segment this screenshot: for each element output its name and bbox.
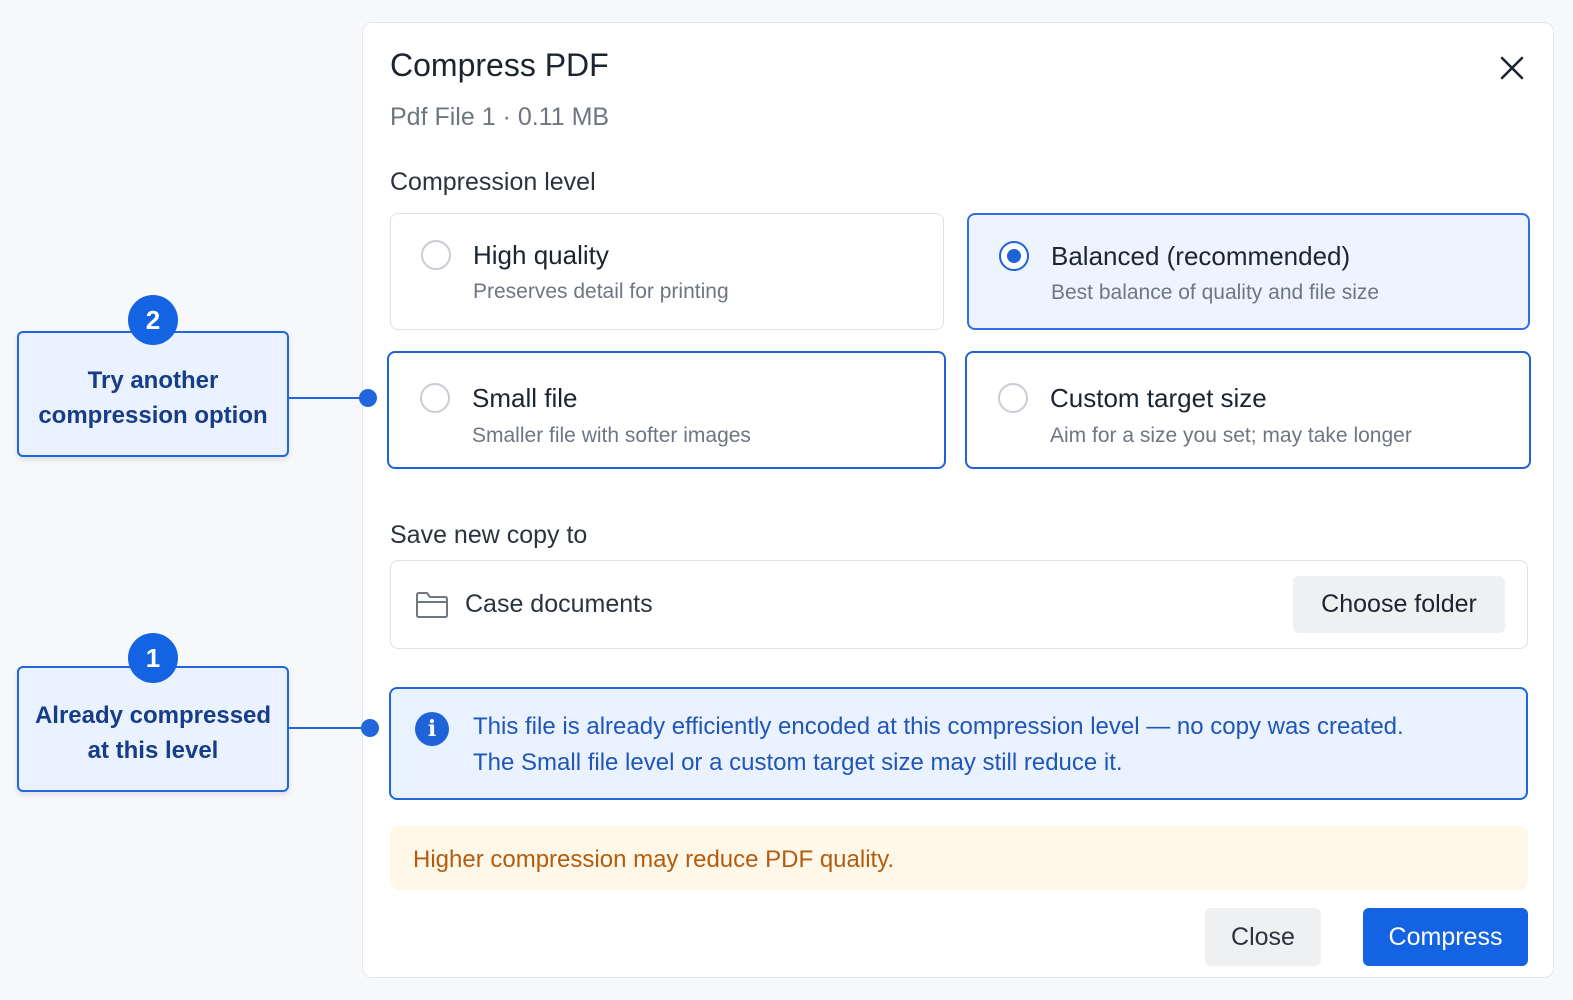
compress-pdf-dialog: Compress PDF Pdf File 1 · 0.11 MB Compre… <box>362 22 1554 978</box>
compression-level-label: Compression level <box>390 168 596 196</box>
option-description: Preserves detail for printing <box>473 280 729 303</box>
callout-leader-line <box>289 727 369 729</box>
compress-button[interactable]: Compress <box>1363 908 1528 966</box>
quality-warning: Higher compression may reduce PDF qualit… <box>390 826 1528 890</box>
callout-number-badge: 1 <box>128 633 178 683</box>
option-description: Best balance of quality and file size <box>1051 281 1380 304</box>
radio-small-file[interactable] <box>420 383 450 413</box>
folder-icon <box>415 591 449 619</box>
callout-text: Try another compression option <box>19 363 287 433</box>
info-line-2: The Small file level or a custom target … <box>473 749 1123 776</box>
callout-leader-line <box>289 397 367 399</box>
callout-try-another-option: Try another compression option <box>17 331 289 457</box>
callout-line: compression option <box>38 402 268 429</box>
option-title: Balanced (recommended) <box>1051 241 1351 271</box>
option-title: High quality <box>473 240 609 270</box>
folder-name: Case documents <box>465 590 653 618</box>
option-custom-target-size[interactable]: Custom target size Aim for a size you se… <box>965 351 1531 469</box>
save-folder-field: Case documents Choose folder <box>390 560 1528 649</box>
callout-leader-dot <box>359 389 377 407</box>
info-icon: i <box>415 712 449 746</box>
option-description: Smaller file with softer images <box>472 424 751 447</box>
option-title: Small file <box>472 383 578 413</box>
callout-already-compressed: Already compressed at this level <box>17 666 289 792</box>
option-title: Custom target size <box>1050 383 1267 413</box>
choose-folder-button[interactable]: Choose folder <box>1293 576 1505 633</box>
warning-text: Higher compression may reduce PDF qualit… <box>413 846 895 873</box>
callout-line: Try another <box>87 367 219 394</box>
radio-custom-target-size[interactable] <box>998 383 1028 413</box>
callout-line: Already compressed <box>34 702 272 729</box>
close-button[interactable]: Close <box>1205 908 1321 966</box>
option-high-quality[interactable]: High quality Preserves detail for printi… <box>390 213 944 330</box>
info-line-1: This file is already efficiently encoded… <box>473 713 1404 740</box>
close-icon[interactable] <box>1495 51 1529 85</box>
file-info: Pdf File 1 · 0.11 MB <box>390 103 610 131</box>
radio-balanced[interactable] <box>999 241 1029 271</box>
radio-high-quality[interactable] <box>421 240 451 270</box>
dialog-title: Compress PDF <box>390 47 609 83</box>
option-description: Aim for a size you set; may take longer <box>1050 424 1412 447</box>
option-small-file[interactable]: Small file Smaller file with softer imag… <box>387 351 946 469</box>
callout-text: Already compressed at this level <box>19 698 287 768</box>
callout-number-badge: 2 <box>128 295 178 345</box>
info-message: i This file is already efficiently encod… <box>389 687 1528 800</box>
callout-line: at this level <box>87 737 219 764</box>
callout-leader-dot <box>361 719 379 737</box>
save-location-label: Save new copy to <box>390 521 588 549</box>
option-balanced[interactable]: Balanced (recommended) Best balance of q… <box>967 213 1530 330</box>
